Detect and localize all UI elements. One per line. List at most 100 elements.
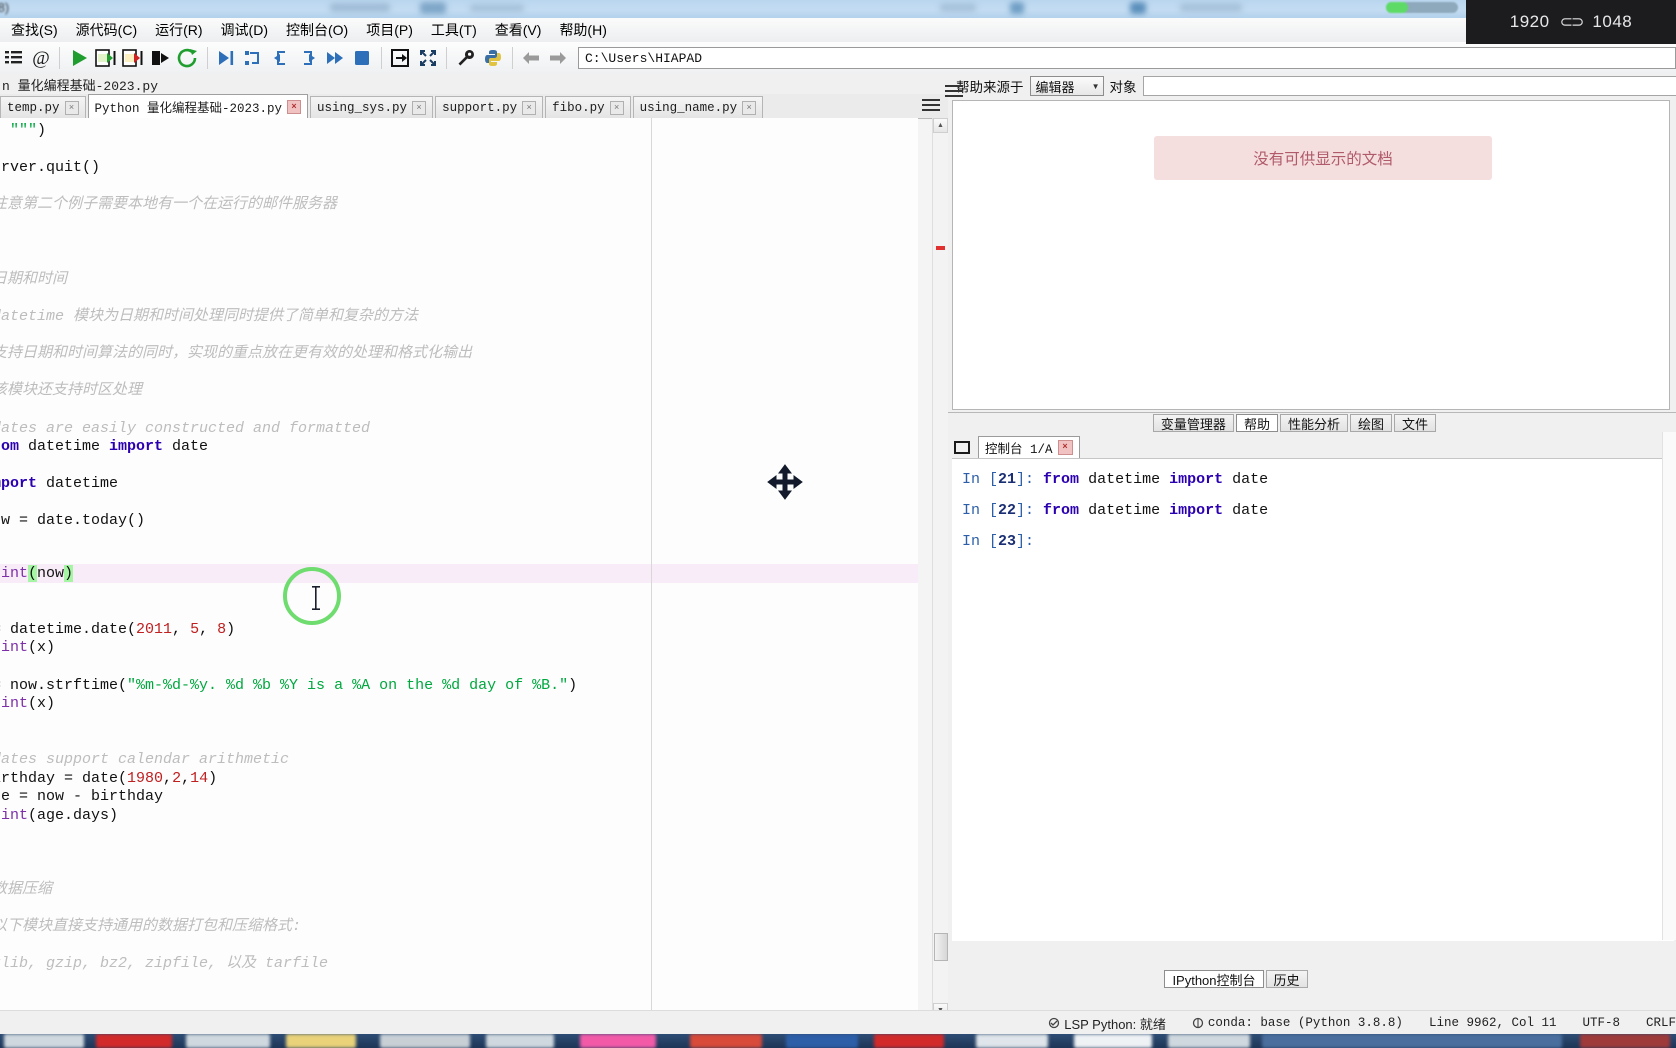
close-icon[interactable]: × (522, 100, 537, 115)
toolbar-separator (511, 47, 513, 69)
taskbar-item[interactable] (486, 1034, 554, 1048)
tab-plots[interactable]: 绘图 (1349, 414, 1392, 432)
tab-help[interactable]: 帮助 (1235, 414, 1278, 432)
editor-options-menu-icon[interactable] (922, 97, 940, 113)
taskbar-item[interactable] (186, 1034, 270, 1048)
at-icon[interactable]: @ (27, 43, 54, 73)
close-icon[interactable]: × (1057, 440, 1073, 455)
scroll-up-icon[interactable]: ▲ (933, 118, 948, 133)
close-icon[interactable]: × (412, 100, 427, 115)
step-into-icon[interactable] (267, 43, 294, 73)
resolution-width: 1920 (1509, 12, 1550, 31)
run-cell-advance-icon[interactable] (120, 43, 147, 73)
editor-vertical-scrollbar[interactable]: ▲ ▼ (932, 118, 948, 1018)
editor-pane: n 量化编程基础-2023.py temp.py × Python 量化编程基础… (0, 74, 950, 1018)
continue-icon[interactable] (321, 43, 348, 73)
preferences-icon[interactable] (452, 43, 479, 73)
console-tab-bar: 控制台 1/A × (948, 432, 1676, 458)
editor-tab-fibo[interactable]: fibo.py × (545, 96, 631, 118)
menu-item-help[interactable]: 帮助(H) (550, 17, 615, 44)
title-blob (940, 3, 976, 12)
svg-text:@: @ (32, 48, 50, 69)
taskbar-item[interactable] (874, 1034, 944, 1048)
taskbar-item[interactable] (1168, 1034, 1250, 1048)
console-output[interactable]: In [21]: from datetime import date In [2… (952, 458, 1674, 941)
taskbar-item[interactable] (286, 1034, 356, 1048)
editor-tab-quant[interactable]: Python 量化编程基础-2023.py × (87, 94, 309, 118)
tab-profiler[interactable]: 性能分析 (1279, 414, 1348, 432)
tab-history[interactable]: 历史 (1265, 970, 1308, 988)
taskbar-item[interactable] (1580, 1034, 1670, 1048)
resolution-link-icon: ⊂⊃ (1559, 14, 1585, 31)
working-directory-input[interactable]: C:\Users\HIAPAD (577, 47, 1676, 69)
taskbar-item[interactable] (690, 1034, 762, 1048)
close-icon[interactable]: × (287, 99, 302, 114)
run-cell-icon[interactable] (93, 43, 120, 73)
editor-tab-label: using_sys.py (317, 100, 408, 115)
python-path-icon[interactable] (479, 43, 506, 73)
console-vertical-scrollbar[interactable] (1662, 432, 1676, 940)
undock-icon[interactable] (954, 441, 970, 454)
help-object-label: 对象 (1109, 80, 1137, 95)
forward-icon[interactable] (545, 43, 572, 73)
back-icon[interactable] (518, 43, 545, 73)
menu-item-project[interactable]: 项目(P) (357, 17, 422, 44)
menu-item-source[interactable]: 源代码(C) (67, 17, 146, 44)
help-dock-tab-bar: 变量管理器 帮助 性能分析 绘图 文件 (948, 412, 1676, 432)
console-text: datetime (1079, 502, 1170, 519)
editor-tab-using-name[interactable]: using_name.py × (632, 96, 764, 118)
help-object-input[interactable] (1142, 76, 1676, 96)
console-prompt-number: 21 (998, 471, 1017, 488)
maximize-pane-icon[interactable] (414, 43, 441, 73)
editor-tab-temp[interactable]: temp.py × (0, 96, 86, 118)
debug-file-icon[interactable] (212, 43, 239, 73)
close-icon[interactable]: × (609, 100, 624, 115)
taskbar-item[interactable] (976, 1034, 1048, 1048)
taskbar-item[interactable] (1262, 1034, 1562, 1048)
taskbar-item[interactable] (380, 1034, 470, 1048)
close-icon[interactable]: × (64, 100, 79, 115)
tab-files[interactable]: 文件 (1393, 414, 1436, 432)
step-over-icon[interactable] (240, 43, 267, 73)
run-file-icon[interactable] (65, 43, 92, 73)
title-blob (330, 3, 390, 12)
menu-item-view[interactable]: 查看(V) (486, 17, 551, 44)
console-dock-tab-bar: IPython控制台 历史 (948, 966, 1676, 988)
console-prompt-number: 22 (998, 502, 1017, 519)
menu-item-tools[interactable]: 工具(T) (422, 17, 486, 44)
move-cursor (766, 463, 804, 504)
scrollbar-thumb[interactable] (934, 933, 948, 961)
editor-tab-label: temp.py (7, 100, 60, 115)
menu-item-console[interactable]: 控制台(O) (277, 17, 357, 44)
console-tab[interactable]: 控制台 1/A × (978, 436, 1080, 458)
taskbar-item[interactable] (1074, 1034, 1152, 1048)
stop-icon[interactable] (349, 43, 376, 73)
taskbar-item[interactable] (4, 1034, 84, 1048)
editor-tab-using-sys[interactable]: using_sys.py × (310, 96, 434, 118)
help-source-select[interactable]: 编辑器 ▼ (1029, 76, 1104, 96)
menu-bar: 查找(S) 源代码(C) 运行(R) 调试(D) 控制台(O) 项目(P) 工具… (0, 18, 1676, 43)
help-options-menu-icon[interactable] (945, 83, 963, 99)
close-icon[interactable]: × (742, 100, 757, 115)
menu-item-find[interactable]: 查找(S) (2, 17, 67, 44)
menu-item-run[interactable]: 运行(R) (146, 17, 211, 44)
menu-item-debug[interactable]: 调试(D) (212, 17, 277, 44)
editor-tab-support[interactable]: support.py × (435, 96, 544, 118)
title-blob (1180, 3, 1242, 12)
console-prompt: In [ (962, 471, 999, 488)
list-icon[interactable] (0, 43, 27, 73)
editor-tab-label: Python 量化编程基础-2023.py (94, 102, 283, 116)
resolution-indicator: 1920 ⊂⊃ 1048 (1466, 0, 1676, 44)
taskbar-item[interactable] (786, 1034, 858, 1048)
code-editor-area[interactable]: . """) erver.quit() 注意第二个例子需要本地有一个在运行的邮件… (0, 118, 918, 1018)
step-return-icon[interactable] (294, 43, 321, 73)
re-run-icon[interactable] (174, 43, 201, 73)
taskbar-item[interactable] (580, 1034, 656, 1048)
console-prompt: In [ (962, 502, 999, 519)
run-selection-icon[interactable] (147, 43, 174, 73)
tab-variable-explorer[interactable]: 变量管理器 (1152, 414, 1234, 432)
run-settings-icon[interactable] (387, 43, 414, 73)
console-keyword: import (1169, 471, 1224, 488)
taskbar-item[interactable] (96, 1034, 172, 1048)
tab-ipython-console[interactable]: IPython控制台 (1164, 970, 1264, 988)
